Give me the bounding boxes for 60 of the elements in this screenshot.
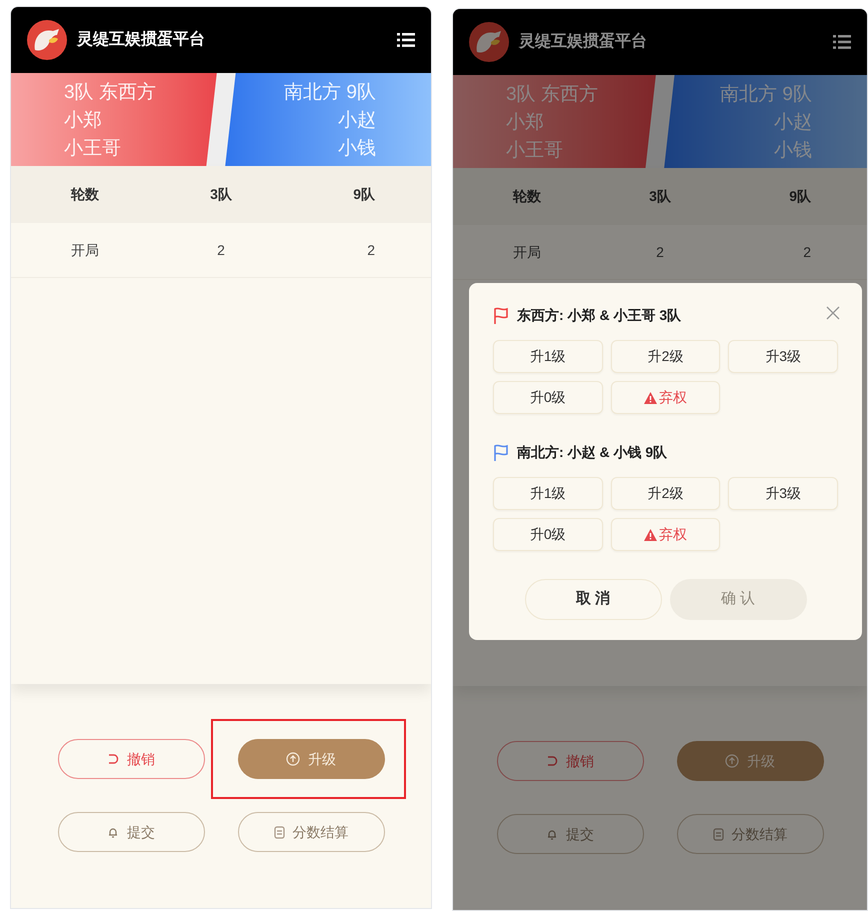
close-icon <box>826 306 840 320</box>
table-cell-text: 2 <box>217 240 225 260</box>
column-header: 3队 <box>649 187 671 206</box>
option-button[interactable]: 升1级 <box>493 340 603 373</box>
bell-icon <box>107 826 119 838</box>
undo-icon <box>107 753 119 765</box>
table-cell-text: 开局 <box>513 242 541 262</box>
team-label: 南北方 9队 <box>719 82 812 106</box>
dialog-button[interactable]: 取 消 <box>524 579 662 620</box>
option-button[interactable]: 弃权 <box>610 518 720 551</box>
player-name: 小王哥 <box>64 136 122 160</box>
option-button[interactable]: 升3级 <box>728 340 838 373</box>
app-title: 灵缇互娱掼蛋平台 <box>519 32 647 52</box>
warning-icon <box>644 392 657 404</box>
column-header: 轮数 <box>71 185 99 204</box>
column-header: 轮数 <box>513 187 541 206</box>
option-button[interactable]: 弃权 <box>610 381 720 414</box>
table-cell-text: 2 <box>367 240 375 260</box>
action-button[interactable]: 升级 <box>238 739 384 779</box>
group-title: 东西方: 小郑 & 小王哥 3队 <box>517 306 682 325</box>
column-header: 9队 <box>353 185 375 204</box>
warning-icon <box>644 528 657 540</box>
action-button[interactable]: 撤销 <box>58 739 204 779</box>
option-button[interactable]: 升3级 <box>728 477 838 510</box>
team-label: 南北方 9队 <box>283 80 376 104</box>
undo-icon <box>546 755 558 767</box>
document-icon <box>274 826 284 838</box>
up-arrow-circle-icon <box>725 754 739 768</box>
option-button[interactable]: 升2级 <box>610 477 720 510</box>
column-header: 9队 <box>789 187 811 206</box>
bell-icon <box>546 828 558 840</box>
action-button[interactable]: 分数结算 <box>676 814 824 854</box>
player-name: 小赵 <box>337 108 376 132</box>
table-cell-text: 2 <box>656 242 664 262</box>
menu-icon[interactable] <box>833 34 851 50</box>
column-header: 3队 <box>210 185 232 204</box>
logo-icon <box>27 20 67 60</box>
group-title: 南北方: 小赵 & 小钱 9队 <box>517 443 668 462</box>
option-button[interactable]: 升2级 <box>610 340 720 373</box>
option-button[interactable]: 升0级 <box>493 381 603 414</box>
close-button[interactable] <box>826 305 842 321</box>
action-button[interactable]: 撤销 <box>496 741 644 781</box>
option-button[interactable]: 升1级 <box>493 477 603 510</box>
player-name: 小赵 <box>773 110 812 134</box>
action-button[interactable]: 分数结算 <box>238 812 384 852</box>
up-arrow-circle-icon <box>286 752 300 766</box>
menu-icon[interactable] <box>397 32 415 48</box>
app-title: 灵缇互娱掼蛋平台 <box>77 30 205 50</box>
player-name: 小钱 <box>773 138 812 162</box>
table-cell-text: 开局 <box>71 240 99 260</box>
document-icon <box>712 828 724 840</box>
action-button[interactable]: 提交 <box>58 812 204 852</box>
player-name: 小郑 <box>64 108 103 132</box>
logo-icon <box>469 22 509 62</box>
table-cell-text: 2 <box>803 242 811 262</box>
player-name: 小钱 <box>337 136 376 160</box>
option-button[interactable]: 升0级 <box>493 518 603 551</box>
team-label: 3队 东西方 <box>64 80 157 104</box>
action-button[interactable]: 升级 <box>676 741 824 781</box>
action-button[interactable]: 提交 <box>496 814 644 854</box>
